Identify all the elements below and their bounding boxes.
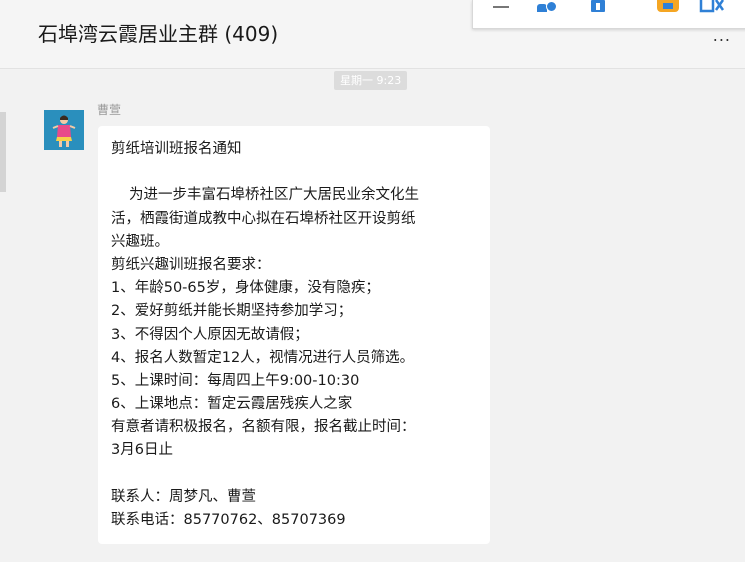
group-title: 石埠湾云霞居业主群 (409) bbox=[38, 22, 279, 46]
file-icon[interactable] bbox=[591, 0, 605, 12]
message-line: 3、不得因个人原因无故请假； bbox=[111, 326, 309, 343]
message-bubble: 剪纸培训班报名通知 为进一步丰富石埠桥社区广大居民业余文化生 活，栖霞街道成教中… bbox=[98, 126, 490, 544]
message-line: 2、爱好剪纸并能长期坚持参加学习； bbox=[111, 303, 353, 320]
message-line: 活，栖霞街道成教中心拟在石埠桥社区开设剪纸 bbox=[111, 210, 416, 227]
timestamp-badge: 星期一 9:23 bbox=[334, 71, 408, 90]
message-line: 4、报名人数暂定12人，视情况进行人员筛选。 bbox=[111, 349, 415, 366]
add-member-icon[interactable] bbox=[537, 0, 557, 12]
app-icon[interactable] bbox=[657, 0, 679, 12]
message-line: 5、上课时间：每周四上午9:00-10:30 bbox=[111, 372, 360, 389]
message-line: 兴趣班。 bbox=[111, 233, 169, 250]
message-line bbox=[111, 161, 476, 184]
avatar[interactable] bbox=[44, 110, 84, 150]
message-line: 剪纸兴趣训班报名要求： bbox=[111, 256, 271, 273]
chat-window: 石埠湾云霞居业主群 (409) ... 星期一 9:23 曹萱 剪纸培训班报名通… bbox=[0, 0, 745, 562]
message-line: 有意者请积极报名，名额有限，报名截止时间： bbox=[111, 419, 416, 436]
message-line bbox=[111, 463, 476, 486]
minimize-icon[interactable] bbox=[493, 6, 509, 8]
message-line: 3月6日止 bbox=[111, 442, 173, 459]
message-line: 联系电话：85770762、85707369 bbox=[111, 512, 346, 528]
sender-name: 曹萱 bbox=[97, 103, 122, 117]
message-line: 6、上课地点：暂定云霞居残疾人之家 bbox=[111, 396, 353, 413]
message-line: 为进一步丰富石埠桥社区广大居民业余文化生 bbox=[129, 187, 419, 204]
message-line: 联系人：周梦凡、曹萱 bbox=[111, 488, 256, 505]
message-line: 1、年龄50-65岁，身体健康，没有隐疾； bbox=[111, 280, 380, 297]
message-line: 剪纸培训班报名通知 bbox=[111, 141, 242, 157]
floating-toolbar bbox=[472, 0, 745, 29]
scrollbar-thumb[interactable] bbox=[0, 112, 6, 192]
screen-share-icon[interactable] bbox=[699, 0, 725, 14]
